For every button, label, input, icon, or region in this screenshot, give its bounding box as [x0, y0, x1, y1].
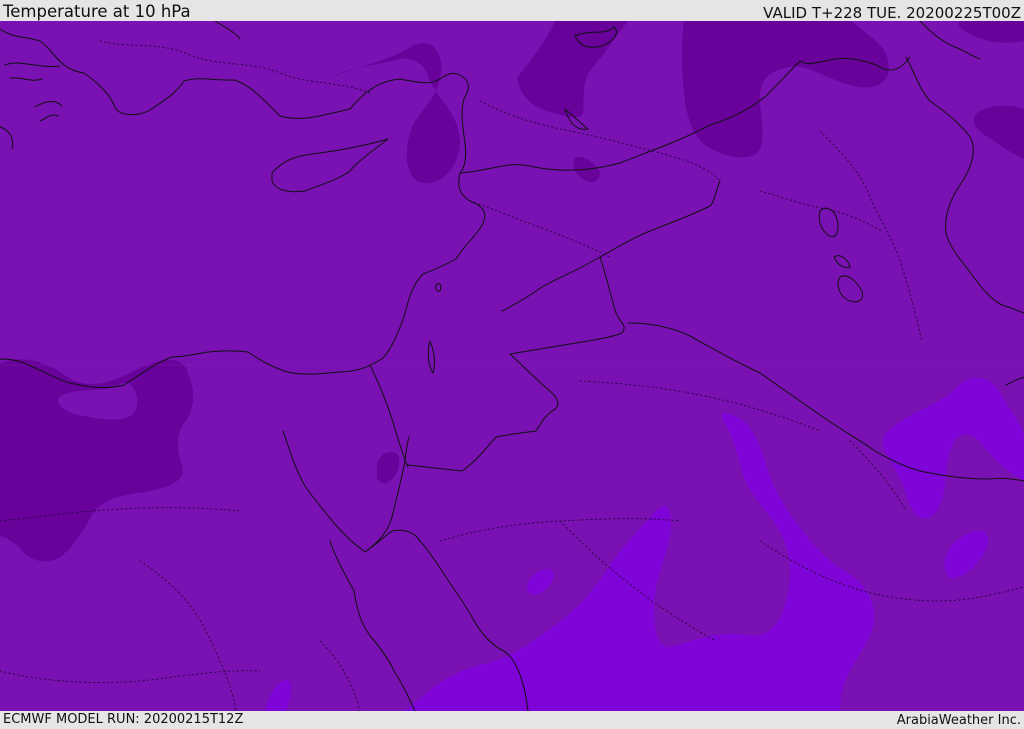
- credit-label: ArabiaWeather Inc.: [896, 713, 1021, 728]
- map-canvas: [0, 21, 1024, 711]
- model-run-label: ECMWF MODEL RUN: 20200215T12Z: [3, 712, 244, 727]
- map-title: Temperature at 10 hPa: [3, 2, 191, 21]
- footer-bar: ECMWF MODEL RUN: 20200215T12Z ArabiaWeat…: [0, 711, 1024, 729]
- valid-time-label: VALID T+228 TUE. 20200225T00Z: [763, 4, 1021, 22]
- weather-map-page: Temperature at 10 hPa VALID T+228 TUE. 2…: [0, 0, 1024, 729]
- header-bar: Temperature at 10 hPa VALID T+228 TUE. 2…: [0, 0, 1024, 22]
- map-svg: [0, 21, 1024, 711]
